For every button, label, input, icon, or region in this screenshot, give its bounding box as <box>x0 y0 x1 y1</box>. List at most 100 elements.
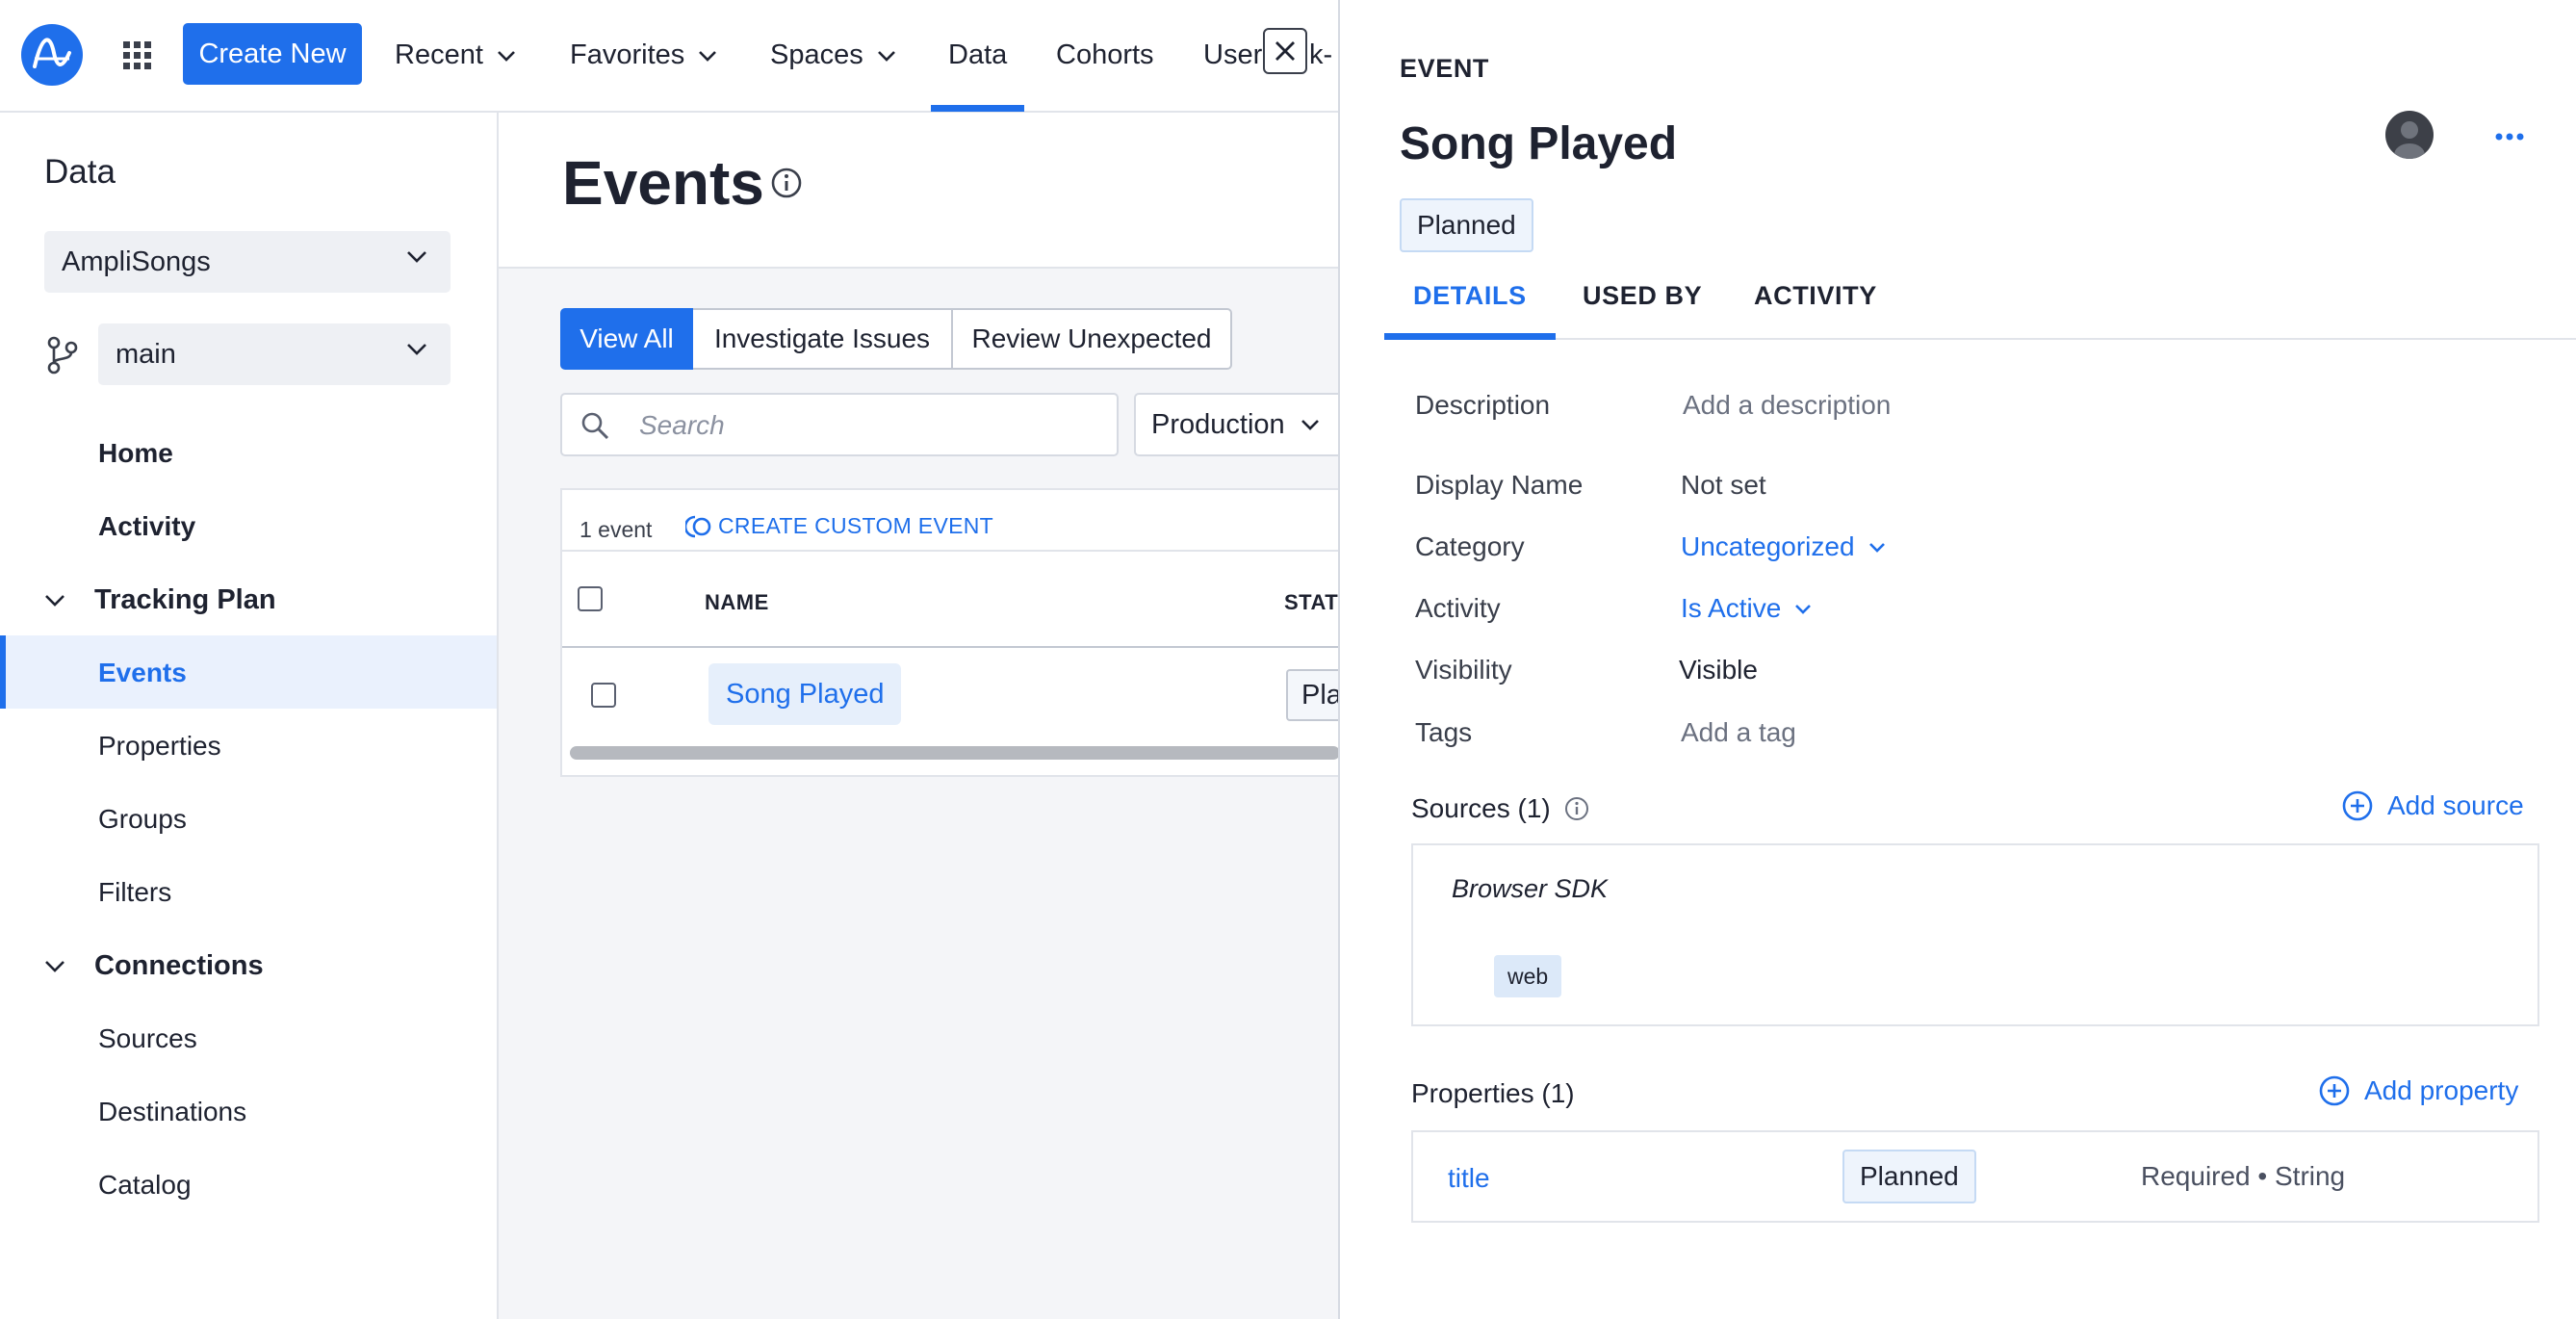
segment-view-all[interactable]: View All <box>560 308 693 370</box>
sidebar-item-properties[interactable]: Properties <box>98 731 221 762</box>
row-checkbox[interactable] <box>591 683 616 708</box>
nav-favorites[interactable]: Favorites <box>570 0 717 111</box>
project-select-value: AmpliSongs <box>62 246 211 277</box>
nav-favorites-label: Favorites <box>570 39 685 70</box>
add-circle-icon <box>2319 1075 2350 1106</box>
sidebar-item-activity[interactable]: Activity <box>98 511 195 542</box>
sidebar-item-home[interactable]: Home <box>98 438 173 469</box>
panel-title[interactable]: Song Played <box>1400 117 1677 170</box>
branch-select[interactable]: main <box>98 323 451 385</box>
info-icon[interactable] <box>1564 796 1589 821</box>
sidebar-item-catalog[interactable]: Catalog <box>98 1170 192 1201</box>
add-circle-icon <box>2342 790 2373 821</box>
select-all-checkbox[interactable] <box>578 586 603 611</box>
nav-data-label: Data <box>948 39 1008 70</box>
sidebar-item-filters[interactable]: Filters <box>98 877 171 908</box>
sidebar-active-highlight <box>0 635 497 709</box>
sidebar-section-connections[interactable]: Connections <box>44 950 264 982</box>
nav-recent[interactable]: Recent <box>395 0 516 111</box>
add-source-label: Add source <box>2387 790 2524 820</box>
description-input[interactable]: Add a description <box>1683 390 1891 421</box>
nav-spaces[interactable]: Spaces <box>770 0 896 111</box>
visibility-value[interactable]: Visible <box>1679 655 1758 685</box>
page-title: Events <box>562 148 764 218</box>
close-icon <box>1275 41 1295 61</box>
nav-user-tail: k- <box>1309 0 1332 111</box>
category-label: Category <box>1415 531 1525 561</box>
horizontal-scrollbar[interactable] <box>570 746 1340 760</box>
property-status-badge: Planned <box>1842 1150 1976 1203</box>
table-header: NAME STATU <box>562 550 1353 648</box>
chevron-down-icon <box>1795 604 1812 614</box>
nav-active-indicator <box>931 105 1024 112</box>
search-field[interactable] <box>560 393 1119 456</box>
project-select[interactable]: AmpliSongs <box>44 231 451 293</box>
nav-cohorts-label: Cohorts <box>1056 39 1154 70</box>
nav-recent-label: Recent <box>395 39 483 70</box>
close-panel-button[interactable] <box>1263 28 1307 74</box>
sources-header-label: Sources (1) <box>1411 793 1551 823</box>
tab-used-by[interactable]: USED BY <box>1583 281 1702 311</box>
activity-value: Is Active <box>1681 593 1782 623</box>
nav-user-lookup[interactable]: User <box>1203 0 1262 111</box>
chevron-down-icon <box>45 594 64 607</box>
platform-tag: web <box>1494 955 1562 997</box>
sidebar-item-events[interactable]: Events <box>98 658 187 688</box>
amplitude-logo[interactable] <box>21 24 83 86</box>
column-header-name[interactable]: NAME <box>705 590 769 615</box>
chevron-down-icon <box>877 50 895 62</box>
branch-icon <box>46 336 79 375</box>
sidebar-title: Data <box>44 153 116 191</box>
create-new-button[interactable]: Create New <box>183 23 362 85</box>
sidebar-item-destinations[interactable]: Destinations <box>98 1097 246 1127</box>
avatar[interactable] <box>2385 111 2434 159</box>
tags-input[interactable]: Add a tag <box>1681 717 1796 748</box>
top-navigation: Create New Recent Favorites Spaces Data … <box>0 0 1338 113</box>
event-name-chip[interactable]: Song Played <box>708 663 902 725</box>
event-detail-panel: EVENT Song Played Planned DETAILS USED B… <box>1338 0 2576 1319</box>
environment-select[interactable]: Production <box>1134 393 1338 456</box>
sidebar-item-sources[interactable]: Sources <box>98 1023 197 1054</box>
segment-review-unexpected[interactable]: Review Unexpected <box>953 308 1232 370</box>
add-property-button[interactable]: Add property <box>2318 1074 2518 1107</box>
branch-select-value: main <box>116 338 176 370</box>
activity-select[interactable]: Is Active <box>1681 593 1812 624</box>
more-options-icon[interactable] <box>2495 133 2524 141</box>
sources-header: Sources (1) <box>1411 793 1589 824</box>
chevron-down-icon <box>1301 420 1319 430</box>
create-custom-event-button[interactable]: CREATE CUSTOM EVENT <box>685 513 993 539</box>
property-name-link[interactable]: title <box>1448 1163 1490 1194</box>
tab-activity[interactable]: ACTIVITY <box>1754 281 1877 311</box>
display-name-value[interactable]: Not set <box>1681 470 1766 501</box>
sidebar-item-groups[interactable]: Groups <box>98 804 187 835</box>
status-badge: Planned <box>1400 198 1533 252</box>
segment-investigate-issues[interactable]: Investigate Issues <box>693 308 953 370</box>
nav-user-label: User <box>1203 39 1263 70</box>
property-row[interactable]: title Planned Required • String <box>1411 1130 2539 1223</box>
apps-grid-icon[interactable] <box>123 41 152 70</box>
chevron-down-icon <box>699 50 717 62</box>
events-table: 1 event CREATE CUSTOM EVENT NAME STATU S… <box>560 488 1353 777</box>
main-content: Events View All Investigate Issues Revie… <box>499 113 1353 1319</box>
event-count: 1 event <box>580 517 653 542</box>
nav-spaces-label: Spaces <box>770 39 863 70</box>
info-icon[interactable] <box>770 167 803 199</box>
sidebar-section-label: Tracking Plan <box>94 584 276 615</box>
properties-header: Properties (1) <box>1411 1078 1575 1108</box>
nav-data[interactable]: Data <box>948 0 1007 111</box>
sidebar-section-label: Connections <box>94 950 264 981</box>
chevron-down-icon <box>407 251 426 263</box>
nav-cohorts[interactable]: Cohorts <box>1056 0 1154 111</box>
nav-user-tail-label: k- <box>1309 39 1333 70</box>
add-source-button[interactable]: Add source <box>2341 789 2524 822</box>
search-input[interactable] <box>639 406 1101 445</box>
sidebar-section-tracking-plan[interactable]: Tracking Plan <box>44 584 276 616</box>
description-label: Description <box>1415 390 1551 420</box>
create-custom-event-label: CREATE CUSTOM EVENT <box>718 513 993 538</box>
activity-label: Activity <box>1415 593 1501 623</box>
chevron-down-icon <box>497 50 515 62</box>
category-select[interactable]: Uncategorized <box>1681 531 1886 562</box>
sidebar: Data AmpliSongs main Home Activity Track… <box>0 113 499 1319</box>
tab-details[interactable]: DETAILS <box>1413 281 1527 311</box>
custom-event-icon <box>685 515 711 537</box>
